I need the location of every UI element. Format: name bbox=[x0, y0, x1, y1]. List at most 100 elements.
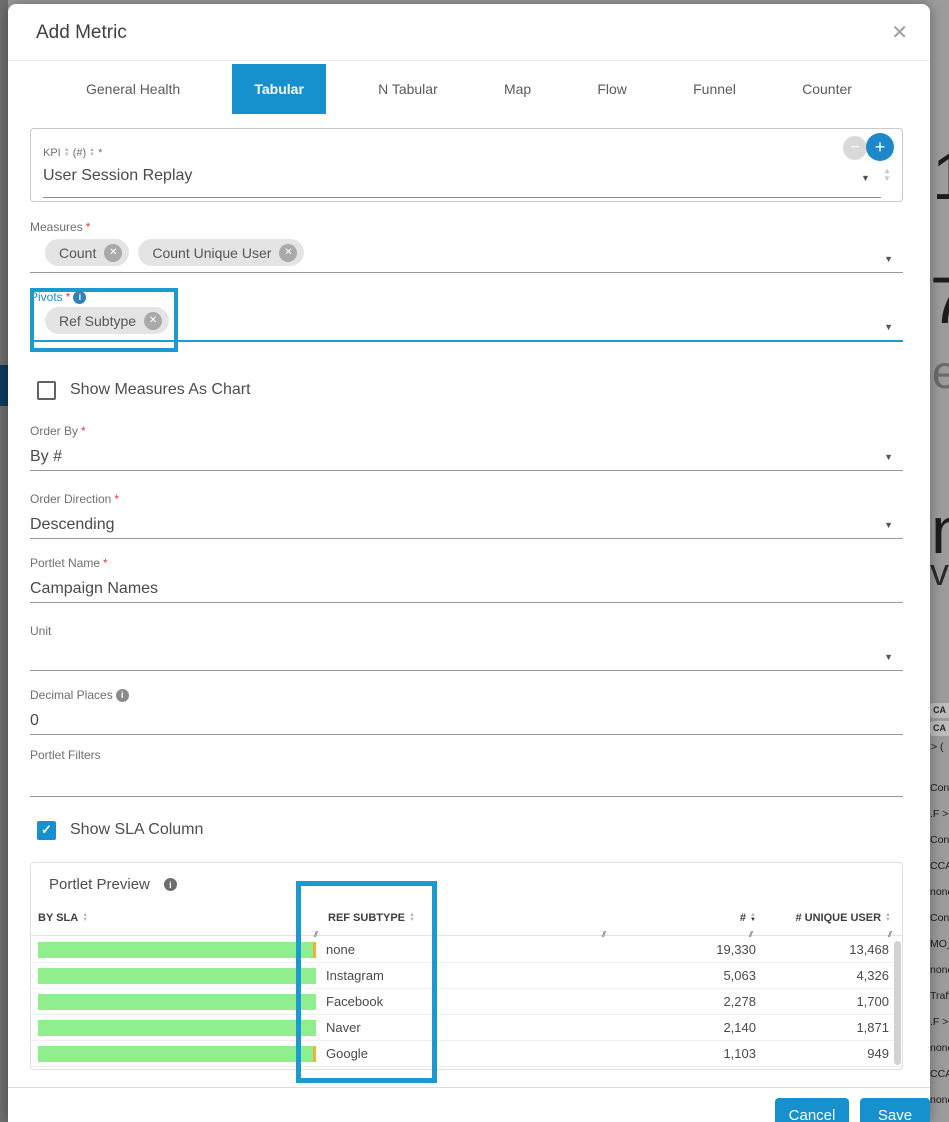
sla-marker bbox=[313, 1046, 316, 1062]
ref-subtype-cell: Facebook bbox=[326, 994, 383, 1009]
chevron-down-icon[interactable]: ▼ bbox=[884, 452, 893, 462]
table-row[interactable]: Naver 2,140 1,871 bbox=[31, 1015, 902, 1041]
sort-down-active-icon: ▼ bbox=[750, 918, 756, 923]
background-chip: CA bbox=[930, 721, 949, 736]
decimal-places-input[interactable]: 0 bbox=[30, 712, 39, 730]
tab-counter[interactable]: Counter bbox=[788, 64, 866, 114]
unique-user-cell: 1,700 bbox=[759, 994, 889, 1009]
add-kpi-button[interactable]: + bbox=[866, 133, 894, 161]
ref-subtype-cell: Google bbox=[326, 1046, 368, 1061]
chevron-down-icon[interactable]: ▼ bbox=[884, 254, 893, 264]
background-chip: CA bbox=[930, 703, 949, 718]
table-row[interactable]: none 19,330 13,468 bbox=[31, 937, 902, 963]
background-row: none bbox=[930, 1042, 949, 1054]
tab-funnel[interactable]: Funnel bbox=[679, 64, 750, 114]
order-by-value: By # bbox=[30, 448, 62, 466]
chevron-down-icon[interactable]: ▼ bbox=[884, 520, 893, 530]
background-row: Traff bbox=[930, 990, 949, 1002]
table-row[interactable]: Google 1,103 949 bbox=[31, 1041, 902, 1067]
column-header-unique-user[interactable]: # UNIQUE USER ▲▼ bbox=[759, 912, 891, 924]
required-mark: * bbox=[114, 492, 119, 506]
show-sla-column-row: ✓ Show SLA Column bbox=[37, 818, 203, 842]
background-row: Conv bbox=[930, 912, 949, 924]
background-letter: e bbox=[932, 345, 949, 399]
label-text: Order By bbox=[30, 424, 78, 438]
portlet-filters-field[interactable]: Portlet Filters bbox=[30, 748, 903, 797]
background-letters: vo bbox=[930, 552, 949, 595]
background-row: Conv bbox=[930, 834, 949, 846]
remove-kpi-button[interactable]: − bbox=[843, 136, 867, 160]
decimal-places-field[interactable]: Decimal Places i 0 bbox=[30, 688, 903, 735]
ref-subtype-cell: Instagram bbox=[326, 968, 384, 983]
unique-user-cell: 4,326 bbox=[759, 968, 889, 983]
chip-remove-icon[interactable]: ✕ bbox=[279, 244, 297, 262]
save-button[interactable]: Save bbox=[860, 1098, 930, 1122]
chevron-down-icon[interactable]: ▼ bbox=[884, 322, 893, 332]
background-row: .F > bbox=[930, 1016, 948, 1028]
sla-bar bbox=[38, 968, 316, 984]
order-direction-field[interactable]: Order Direction* Descending ▼ bbox=[30, 492, 903, 539]
preview-scrollbar[interactable] bbox=[894, 941, 901, 1065]
header-divider bbox=[8, 60, 930, 61]
kpi-select[interactable]: User Session Replay bbox=[43, 167, 192, 185]
kpi-group: − + KPI ▲▼ (#) ▲▼ * User Session Replay … bbox=[30, 128, 903, 202]
ref-subtype-cell: none bbox=[326, 942, 355, 957]
order-direction-value: Descending bbox=[30, 516, 115, 534]
measures-field[interactable]: Measures* Count ✕ Count Unique User ✕ ▼ bbox=[30, 220, 903, 273]
tab-map[interactable]: Map bbox=[490, 64, 545, 114]
count-cell: 2,140 bbox=[631, 1020, 756, 1035]
chevron-down-icon[interactable]: ▼ bbox=[884, 652, 893, 662]
chevron-down-icon[interactable]: ▼ bbox=[861, 173, 870, 183]
table-row[interactable]: Instagram 5,063 4,326 bbox=[31, 963, 902, 989]
chip-remove-icon[interactable]: ✕ bbox=[144, 312, 162, 330]
sort-toggle-icon[interactable]: ▲▼ bbox=[64, 148, 70, 158]
order-by-field[interactable]: Order By* By # ▼ bbox=[30, 424, 903, 471]
field-underline bbox=[43, 197, 881, 198]
column-header-ref-subtype[interactable]: REF SUBTYPE ▲▼ bbox=[328, 912, 415, 924]
background-big-digit: 7 bbox=[930, 262, 949, 338]
tab-flow[interactable]: Flow bbox=[583, 64, 641, 114]
title-text: Portlet Preview bbox=[49, 876, 150, 893]
pivots-field[interactable]: Pivots* i Ref Subtype ✕ ▼ bbox=[30, 290, 903, 342]
sort-toggle-icon[interactable]: ▲▼ bbox=[89, 148, 95, 158]
measures-label: Measures* bbox=[30, 220, 90, 234]
info-icon[interactable]: i bbox=[116, 689, 129, 702]
unit-field[interactable]: Unit ▼ bbox=[30, 624, 903, 671]
pivots-chips: Ref Subtype ✕ bbox=[45, 307, 169, 334]
unique-user-cell: 13,468 bbox=[759, 942, 889, 957]
background-big-digit: 1 bbox=[932, 138, 949, 214]
plus-icon: + bbox=[875, 137, 886, 158]
chip-remove-icon[interactable]: ✕ bbox=[104, 244, 122, 262]
chip-label: Count Unique User bbox=[152, 245, 271, 261]
portlet-preview-title: Portlet Preview i bbox=[49, 876, 177, 893]
portlet-name-field[interactable]: Portlet Name* Campaign Names bbox=[30, 556, 903, 603]
show-sla-column-checkbox[interactable]: ✓ bbox=[37, 821, 56, 840]
background-text: > ( bbox=[931, 741, 944, 753]
sort-down-icon: ▼ bbox=[82, 918, 88, 923]
kpi-reorder-spinner[interactable]: ▲▼ bbox=[883, 167, 891, 183]
tab-tabular[interactable]: Tabular bbox=[232, 64, 326, 114]
sla-bar bbox=[38, 1020, 316, 1036]
show-measures-as-chart-checkbox[interactable] bbox=[37, 381, 56, 400]
table-row[interactable]: Facebook 2,278 1,700 bbox=[31, 989, 902, 1015]
count-cell: 5,063 bbox=[631, 968, 756, 983]
portlet-name-input[interactable]: Campaign Names bbox=[30, 580, 158, 598]
column-header-count[interactable]: # ▲▼ bbox=[631, 912, 756, 924]
measures-chips: Count ✕ Count Unique User ✕ bbox=[45, 239, 304, 266]
check-icon: ✓ bbox=[41, 822, 52, 838]
close-icon[interactable]: ✕ bbox=[891, 20, 908, 45]
count-cell: 2,278 bbox=[631, 994, 756, 1009]
chip-count-unique-user: Count Unique User ✕ bbox=[138, 239, 304, 266]
background-row: Conv bbox=[930, 782, 949, 794]
label-text: Unit bbox=[30, 624, 51, 638]
chip-label: Ref Subtype bbox=[59, 313, 136, 329]
info-icon[interactable]: i bbox=[73, 291, 86, 304]
tab-n-tabular[interactable]: N Tabular bbox=[364, 64, 452, 114]
background-row: .F > bbox=[930, 808, 948, 820]
checkbox-label: Show Measures As Chart bbox=[70, 381, 251, 399]
background-row: none bbox=[930, 964, 949, 976]
column-header-by-sla[interactable]: BY SLA ▲▼ bbox=[38, 912, 88, 924]
info-icon[interactable]: i bbox=[164, 878, 177, 891]
tab-general-health[interactable]: General Health bbox=[72, 64, 194, 114]
cancel-button[interactable]: Cancel bbox=[775, 1098, 849, 1122]
